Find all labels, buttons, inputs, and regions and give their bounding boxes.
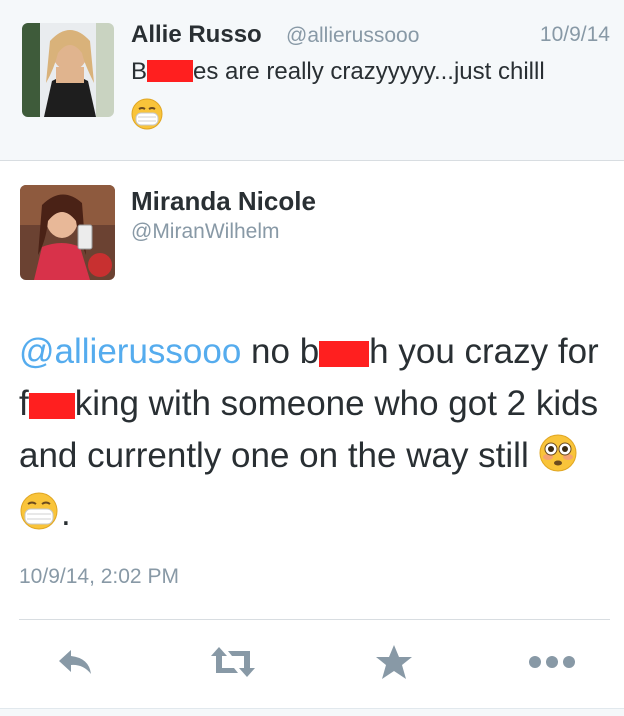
tweet-date: 10/9/14 xyxy=(539,23,610,46)
author-handle[interactable]: @MiranWilhelm xyxy=(131,220,280,244)
redaction-mark xyxy=(147,60,194,82)
tweet-timestamp: 10/9/14, 2:02 PM xyxy=(19,565,179,588)
retweet-icon xyxy=(210,645,256,684)
author-name[interactable]: Miranda Nicole xyxy=(131,186,316,217)
divider xyxy=(19,619,610,620)
tweet-text-end: . xyxy=(61,494,71,533)
redaction-mark xyxy=(319,341,370,367)
tweet-text-start: B xyxy=(131,58,148,85)
tweet-text: @allierussooo no bh you crazy for f king … xyxy=(19,326,609,546)
flushed-face-emoji xyxy=(538,433,578,488)
reply-tweet[interactable]: Allie Russo @allierussooo 10/9/14 Bes ar… xyxy=(0,0,624,161)
tweet-text-end: es are really crazyyyyy...just chilll xyxy=(193,58,545,85)
avatar[interactable] xyxy=(22,23,114,117)
more-icon xyxy=(528,655,576,674)
tweet-text-part: king with someone who got 2 kids and cur… xyxy=(19,384,599,475)
author-name[interactable]: Allie Russo xyxy=(131,21,262,49)
more-button[interactable] xyxy=(527,644,577,684)
redaction-mark xyxy=(28,393,75,419)
mask-face-emoji xyxy=(131,98,163,135)
mention-link[interactable]: @allierussooo xyxy=(19,332,241,371)
favorite-icon xyxy=(374,643,414,686)
tweet-actions xyxy=(0,630,624,700)
mask-face-emoji xyxy=(19,491,59,546)
favorite-button[interactable] xyxy=(369,644,419,684)
reply-button[interactable] xyxy=(50,644,100,684)
tweet-text-part: no b xyxy=(241,332,320,371)
author-handle[interactable]: @allierussooo xyxy=(286,24,419,48)
avatar[interactable] xyxy=(20,185,115,280)
reply-icon xyxy=(55,646,95,683)
retweet-button[interactable] xyxy=(208,644,258,684)
tweet-text: Bes are really crazyyyyy...just chilll xyxy=(131,58,545,86)
